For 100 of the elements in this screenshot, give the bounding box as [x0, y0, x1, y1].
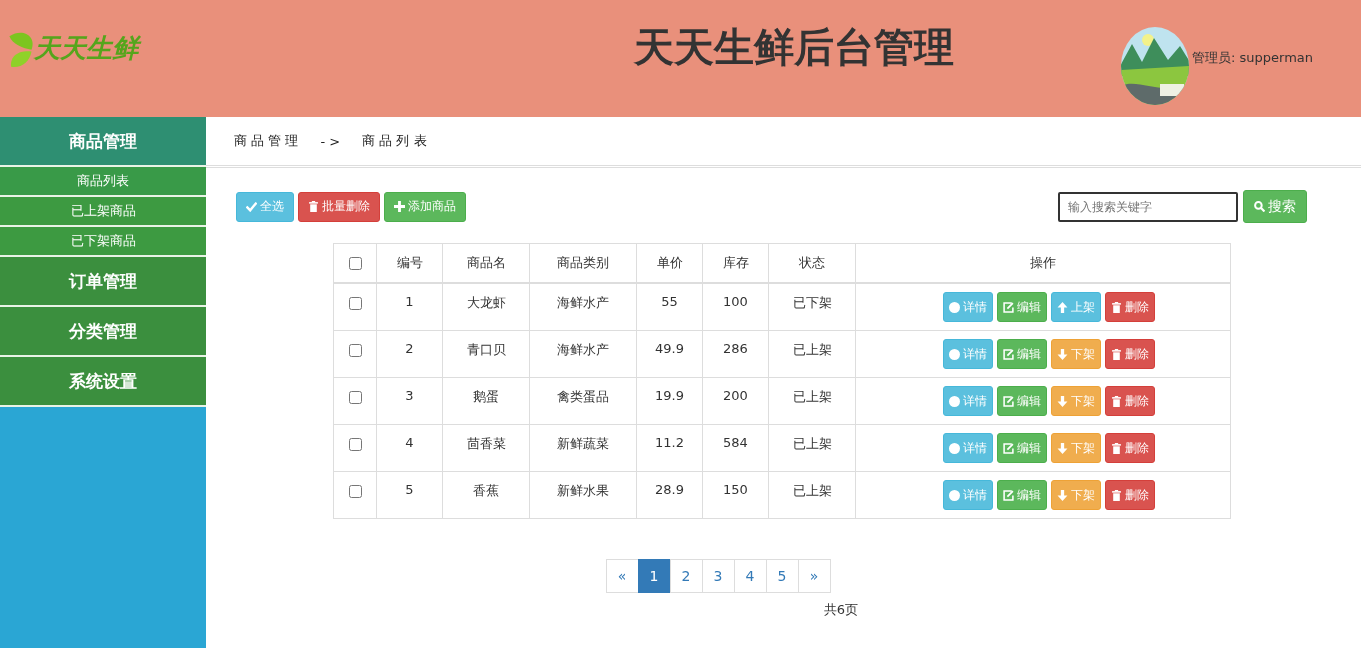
table-cell: 28.9 [636, 471, 703, 519]
sidebar-group[interactable]: 分类管理 [0, 307, 206, 357]
shelve-button[interactable]: 上架 [1051, 292, 1101, 322]
edit-icon [1003, 442, 1014, 454]
page-count: 共6页 [823, 601, 859, 619]
checkbox[interactable] [349, 344, 362, 357]
sidebar-group[interactable]: 系统设置 [0, 357, 206, 407]
table-cell: 香蕉 [442, 471, 530, 519]
checkbox[interactable] [349, 485, 362, 498]
delete-button[interactable]: 删除 [1105, 433, 1155, 463]
arrow-down-icon [1057, 348, 1068, 360]
table-cell: 茴香菜 [442, 424, 530, 472]
select-all-button[interactable]: 全选 [236, 191, 294, 222]
table-cell: 584 [702, 424, 769, 472]
sidebar-group[interactable]: 商品管理 [0, 117, 206, 167]
search-field[interactable]: 输入搜索关键字 [1058, 191, 1238, 222]
delete-button[interactable]: 删除 [1105, 386, 1155, 416]
batch-delete-button[interactable]: 批量删除 [298, 191, 380, 222]
sidebar-group[interactable]: 订单管理 [0, 257, 206, 307]
table-cell: 3 [376, 377, 443, 425]
search-button[interactable]: 搜索 [1243, 190, 1307, 223]
page-button[interactable]: 1 [637, 559, 671, 593]
table-cell: 新鲜蔬菜 [529, 424, 637, 472]
detail-button[interactable]: 详情 [943, 433, 993, 463]
column-header: 状态 [768, 243, 856, 283]
page-button[interactable]: 3 [701, 559, 735, 593]
plus-icon [394, 201, 405, 212]
add-button[interactable]: 添加商品 [384, 191, 466, 222]
previous-page-button[interactable]: « [605, 559, 639, 593]
edit-button[interactable]: 编辑 [997, 433, 1047, 463]
table-cell: 4 [376, 424, 443, 472]
unshelve-button[interactable]: 下架 [1051, 480, 1101, 510]
table-cell: 55 [636, 283, 703, 331]
table-cell: 11.2 [636, 424, 703, 472]
column-header: 库存 [702, 243, 769, 283]
edit-icon [1003, 348, 1014, 360]
sidebar-item[interactable]: 已下架商品 [0, 227, 206, 257]
next-page-button[interactable]: » [797, 559, 831, 593]
arrow-up-icon [1057, 301, 1068, 313]
detail-button[interactable]: 详情 [943, 339, 993, 369]
edit-button[interactable]: 编辑 [997, 292, 1047, 322]
table-cell: 禽类蛋品 [529, 377, 637, 425]
column-header: 单价 [636, 243, 703, 283]
detail-button[interactable]: 详情 [943, 480, 993, 510]
table-cell: 49.9 [636, 330, 703, 378]
checkbox[interactable] [349, 297, 362, 310]
table-cell: 海鲜水产 [529, 330, 637, 378]
detail-button[interactable]: 详情 [943, 292, 993, 322]
arrow-down-icon [1057, 395, 1068, 407]
table-cell: 2 [376, 330, 443, 378]
edit-button[interactable]: 编辑 [997, 339, 1047, 369]
checkbox[interactable] [349, 391, 362, 404]
table-cell: 286 [702, 330, 769, 378]
table-cell: 青口贝 [442, 330, 530, 378]
page-button[interactable]: 4 [733, 559, 767, 593]
column-header: 商品类别 [529, 243, 637, 283]
trash-icon [1111, 442, 1122, 454]
delete-button[interactable]: 删除 [1105, 292, 1155, 322]
table-cell: 已上架 [768, 424, 856, 472]
breadcrumb-item: 商 品 管 理 [234, 132, 299, 150]
arrow-down-icon [1057, 489, 1068, 501]
trash-icon [1111, 301, 1122, 313]
table-cell: 海鲜水产 [529, 283, 637, 331]
check-icon [246, 201, 257, 212]
edit-icon [1003, 395, 1014, 407]
search-icon [1254, 201, 1265, 212]
edit-icon [1003, 301, 1014, 313]
table-cell: 5 [376, 471, 443, 519]
edit-button[interactable]: 编辑 [997, 480, 1047, 510]
delete-button[interactable]: 删除 [1105, 480, 1155, 510]
detail-button[interactable]: 详情 [943, 386, 993, 416]
checkbox[interactable] [349, 438, 362, 451]
trash-icon [1111, 348, 1122, 360]
unshelve-button[interactable]: 下架 [1051, 433, 1101, 463]
delete-button[interactable]: 删除 [1105, 339, 1155, 369]
sidebar-item[interactable]: 已上架商品 [0, 197, 206, 227]
page-button[interactable]: 2 [669, 559, 703, 593]
trash-icon [1111, 395, 1122, 407]
trash-icon [1111, 489, 1122, 501]
table-cell: 鹅蛋 [442, 377, 530, 425]
table-cell: 200 [702, 377, 769, 425]
page-button[interactable]: 5 [765, 559, 799, 593]
column-header: 编号 [376, 243, 443, 283]
checkbox[interactable] [349, 256, 362, 270]
table-cell: 150 [702, 471, 769, 519]
edit-button[interactable]: 编辑 [997, 386, 1047, 416]
unshelve-button[interactable]: 下架 [1051, 339, 1101, 369]
breadcrumb-item: 商 品 列 表 [362, 132, 427, 150]
table-cell: 已上架 [768, 377, 856, 425]
table-cell: 大龙虾 [442, 283, 530, 331]
column-header: 操作 [855, 243, 1231, 283]
table-cell: 已下架 [768, 283, 856, 331]
unshelve-button[interactable]: 下架 [1051, 386, 1101, 416]
table-cell: 1 [376, 283, 443, 331]
admin-name: 管理员: supperman [1192, 49, 1313, 67]
arrow-down-icon [1057, 442, 1068, 454]
column-header: 商品名 [442, 243, 530, 283]
page-title: 天天生鲜后台管理 [632, 23, 955, 72]
sidebar-item[interactable]: 商品列表 [0, 167, 206, 197]
trash-icon [308, 201, 319, 212]
